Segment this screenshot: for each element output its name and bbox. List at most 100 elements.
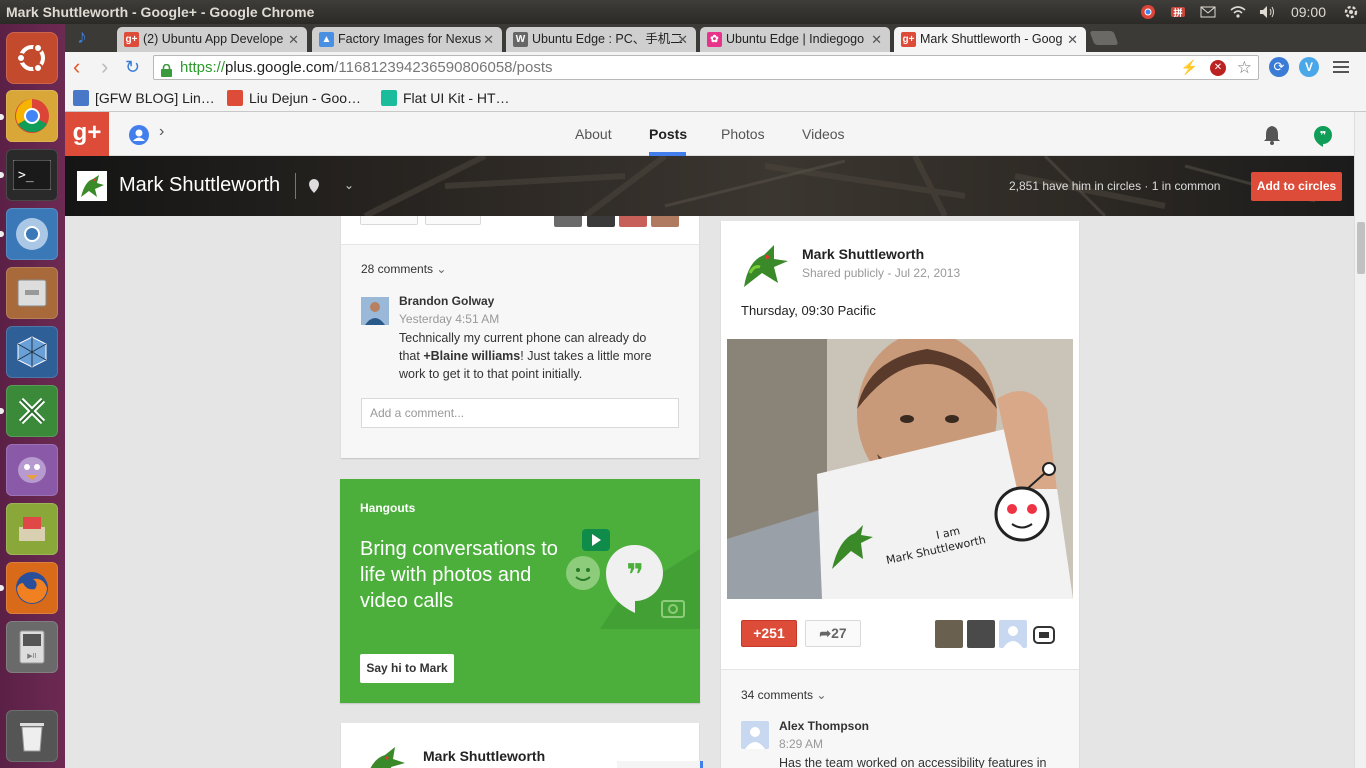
keyboard-icon[interactable]: 拼 (1169, 4, 1187, 20)
add-comment-input[interactable]: Add a comment... (361, 398, 679, 428)
svg-text:拼: 拼 (1173, 7, 1182, 19)
post-author[interactable]: Mark Shuttleworth (802, 246, 924, 262)
browser-tab-active[interactable]: g+ Mark Shuttleworth - Goog ✕ (894, 27, 1086, 52)
xmind-launcher-icon[interactable] (6, 385, 58, 437)
share-button[interactable]: ➦20 (425, 216, 481, 225)
say-hi-button[interactable]: Say hi to Mark (360, 654, 454, 683)
tab-photos[interactable]: Photos (721, 126, 765, 142)
browser-tab-strip: g+ (2) Ubuntu App Develope ✕ ▲ Factory Imag… (65, 24, 1366, 52)
close-tab-icon[interactable]: ✕ (483, 27, 494, 52)
comment-time[interactable]: 8:29 AM (779, 737, 823, 751)
files-launcher-icon[interactable] (6, 267, 58, 319)
comment-time[interactable]: Yesterday 4:51 AM (399, 312, 499, 326)
new-tab-button[interactable] (1089, 31, 1119, 45)
chrome-launcher-icon[interactable] (6, 90, 58, 142)
firefox-launcher-icon[interactable] (6, 562, 58, 614)
post-text: Thursday, 09:30 Pacific (741, 303, 876, 318)
forward-button[interactable]: › (101, 56, 108, 78)
comment-text: Technically my current phone can already… (399, 329, 669, 383)
chromium-launcher-icon[interactable] (6, 208, 58, 260)
lightning-icon[interactable]: ⚡ (1181, 56, 1198, 79)
ubuntu-dash-icon[interactable] (6, 32, 58, 84)
chrome-menu-icon[interactable] (1333, 61, 1349, 73)
location-pin-icon[interactable] (308, 178, 320, 199)
tab-videos[interactable]: Videos (802, 126, 845, 142)
back-button[interactable]: ‹ (73, 56, 80, 78)
notifications-bell-icon[interactable] (1263, 125, 1281, 150)
close-tab-icon[interactable]: ✕ (677, 27, 688, 52)
media-player-launcher-icon[interactable]: ▶II (6, 621, 58, 673)
chevron-right-icon[interactable]: › (159, 123, 164, 141)
close-tab-icon[interactable]: ✕ (1067, 27, 1078, 52)
sync-extension-icon[interactable]: ⟳ (1269, 57, 1289, 77)
plusser-avatar[interactable] (967, 620, 995, 648)
installer-launcher-icon[interactable] (6, 503, 58, 555)
terminal-launcher-icon[interactable]: >_ (6, 149, 58, 201)
circles-count[interactable]: 2,851 have him in circles (1009, 179, 1141, 193)
gplus-logo[interactable]: g+ (65, 112, 109, 156)
trash-icon[interactable] (6, 710, 58, 762)
plusser-avatar[interactable] (999, 620, 1027, 648)
mail-icon[interactable] (1199, 4, 1217, 20)
plusser-avatar[interactable] (651, 216, 679, 227)
comments-toggle[interactable]: 34 comments ⌄ (741, 688, 826, 702)
virtualbox-launcher-icon[interactable] (6, 326, 58, 378)
comment-author[interactable]: Alex Thompson (779, 719, 869, 733)
browser-tab[interactable]: ▲ Factory Images for Nexus ✕ (312, 27, 502, 52)
running-indicator (0, 408, 4, 414)
bookmark-star-icon[interactable]: ☆ (1237, 56, 1252, 79)
clock[interactable]: 09:00 (1291, 0, 1326, 24)
profile-avatar[interactable] (77, 171, 107, 201)
more-plussers-icon[interactable] (1033, 626, 1055, 644)
browser-tab[interactable]: ✿ Ubuntu Edge | Indiegogo ✕ (700, 27, 890, 52)
bookmarks-bar: [GFW BLOG] Lin… Liu Dejun - Goo… Flat UI… (65, 84, 1366, 112)
visibility-label[interactable]: Shared publicly (802, 266, 884, 280)
hangouts-promo-card: Hangouts Bring conversations to life wit… (340, 479, 700, 703)
bookmark-item[interactable]: [GFW BLOG] Lin… (73, 88, 215, 108)
volume-icon[interactable] (1259, 4, 1277, 20)
profile-icon[interactable] (129, 125, 149, 145)
address-bar[interactable]: https://plus.google.com/1168123942365908… (153, 55, 1259, 80)
post-date[interactable]: Jul 22, 2013 (895, 266, 960, 280)
gplus-header: g+ › About Posts Photos Videos ❞ (65, 112, 1354, 156)
hangouts-icon[interactable]: ❞ (1313, 125, 1333, 152)
post-author[interactable]: Mark Shuttleworth (423, 748, 545, 764)
close-tab-icon[interactable]: ✕ (288, 27, 299, 52)
commenter-avatar[interactable] (741, 721, 769, 749)
bookmark-item[interactable]: Liu Dejun - Goo… (227, 88, 361, 108)
vimeo-extension-icon[interactable]: V (1299, 57, 1319, 77)
scrollbar-thumb[interactable] (1357, 222, 1365, 274)
share-arrow-icon: ➦ (439, 216, 451, 219)
plusser-avatar[interactable] (554, 216, 582, 227)
add-to-circles-button[interactable]: Add to circles (1251, 172, 1342, 201)
tab-about[interactable]: About (575, 126, 612, 142)
mention-link[interactable]: +Blaine williams (423, 349, 520, 363)
pidgin-launcher-icon[interactable] (6, 444, 58, 496)
plus-one-button[interactable]: +251 (741, 620, 797, 647)
tab-label: Ubuntu Edge : PC、手机二 (532, 32, 683, 46)
plus-one-button[interactable]: +128 (360, 216, 418, 225)
author-avatar[interactable] (361, 745, 407, 768)
plusser-avatar[interactable] (587, 216, 615, 227)
chrome-indicator-icon[interactable] (1139, 4, 1157, 20)
bookmark-item[interactable]: Flat UI Kit - HT… (381, 88, 510, 108)
wifi-icon[interactable] (1229, 4, 1247, 20)
plusser-avatar[interactable] (619, 216, 647, 227)
adblock-icon[interactable]: ✕ (1210, 60, 1226, 76)
comments-toggle[interactable]: 28 comments ⌄ (361, 262, 446, 276)
close-tab-icon[interactable]: ✕ (871, 27, 882, 52)
in-common-count[interactable]: 1 in common (1152, 179, 1221, 193)
comment-author[interactable]: Brandon Golway (399, 294, 494, 308)
reload-button[interactable]: ↻ (125, 57, 140, 77)
author-avatar[interactable] (740, 243, 790, 289)
commenter-avatar[interactable] (361, 297, 389, 325)
plusser-avatar[interactable] (935, 620, 963, 648)
browser-tab[interactable]: g+ (2) Ubuntu App Develope ✕ (117, 27, 307, 52)
page-scrollbar[interactable] (1354, 112, 1366, 768)
share-button[interactable]: ➦27 (805, 620, 861, 647)
power-gear-icon[interactable] (1342, 4, 1360, 20)
tab-posts[interactable]: Posts (649, 126, 687, 142)
browser-tab[interactable]: W Ubuntu Edge : PC、手机二 ✕ (506, 27, 696, 52)
chevron-down-icon[interactable]: ⌄ (344, 178, 354, 192)
post-photo[interactable]: I am Mark Shuttleworth (727, 339, 1073, 599)
